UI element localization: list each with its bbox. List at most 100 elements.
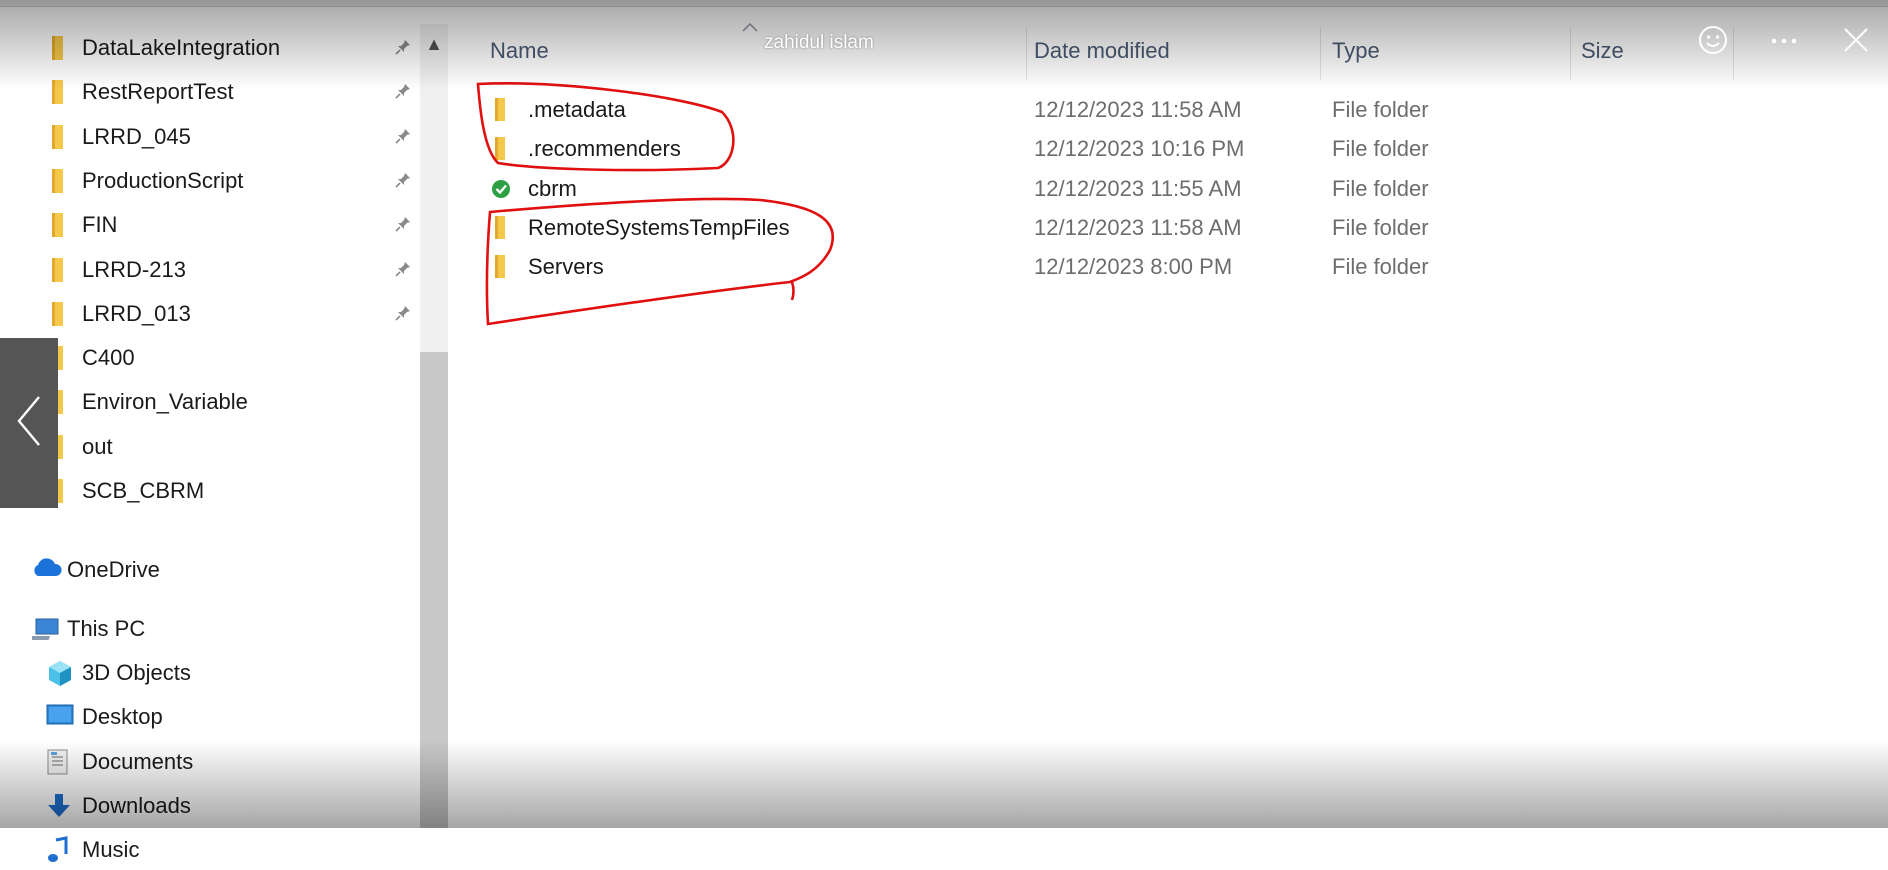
folder-icon xyxy=(52,168,63,193)
desktop-icon xyxy=(46,703,74,727)
sidebar-item-onedrive[interactable]: OneDrive xyxy=(0,550,420,590)
file-type: File folder xyxy=(1332,136,1429,162)
file-type: File folder xyxy=(1332,97,1429,122)
file-date-modified: 12/12/2023 8:00 PM xyxy=(1034,254,1233,280)
sidebar-item-folder[interactable]: ProductionScript xyxy=(0,161,420,201)
column-header-name[interactable]: Name xyxy=(490,38,549,68)
sort-ascending-icon xyxy=(740,20,760,34)
file-row[interactable]: cbrm 12/12/2023 11:55 AM File folder xyxy=(450,169,1770,207)
viewer-user-name: zahidul islam xyxy=(764,32,874,53)
sidebar-item-folder[interactable]: LRRD-213 xyxy=(0,250,420,290)
file-name: cbrm xyxy=(528,175,577,201)
documents-icon xyxy=(46,748,70,776)
sidebar-item-folder[interactable]: SCB_CBRM xyxy=(0,471,420,511)
sidebar-item-label: out xyxy=(82,433,113,459)
address-bar-edge xyxy=(0,0,1888,7)
pin-icon[interactable] xyxy=(393,38,413,58)
sidebar-item-label: FIN xyxy=(82,212,118,238)
sidebar-item-label: LRRD-213 xyxy=(82,256,186,282)
sidebar-item-this-pc[interactable]: This PC xyxy=(0,609,420,649)
column-divider[interactable] xyxy=(1733,28,1734,80)
sidebar-item-folder[interactable]: out xyxy=(0,427,420,467)
folder-icon xyxy=(52,124,63,149)
sidebar-item-label: OneDrive xyxy=(67,557,160,582)
folder-icon xyxy=(492,97,508,129)
sidebar-item-folder[interactable]: LRRD_045 xyxy=(0,117,420,157)
sidebar-item-folder[interactable]: LRRD_013 xyxy=(0,294,420,334)
file-type: File folder xyxy=(1332,214,1429,240)
this-pc-icon xyxy=(32,617,62,643)
column-header-date-modified[interactable]: Date modified xyxy=(1034,38,1170,68)
pin-icon[interactable] xyxy=(393,82,413,102)
sidebar-item-folder[interactable]: DataLakeIntegration xyxy=(0,28,420,68)
file-row[interactable]: .recommenders 12/12/2023 10:16 PM File fol… xyxy=(450,129,1770,167)
sidebar-item-folder[interactable]: Environ_Variable xyxy=(0,382,420,422)
sidebar-item-3d-objects[interactable]: 3D Objects xyxy=(0,653,420,693)
sidebar-item-folder[interactable]: RestReportTest xyxy=(0,72,420,112)
chevron-left-icon xyxy=(14,393,44,454)
sidebar-item-folder[interactable]: C400 xyxy=(0,338,420,378)
smiley-icon xyxy=(1697,24,1729,61)
previous-image-button[interactable] xyxy=(0,338,58,508)
file-row[interactable]: .metadata 12/12/2023 11:58 AM File folder xyxy=(450,90,1770,128)
sidebar-item-label: Desktop xyxy=(82,704,163,730)
folder-icon xyxy=(52,301,63,326)
file-name: RemoteSystemsTempFiles xyxy=(528,214,790,240)
sidebar-item-music[interactable]: Music xyxy=(0,830,420,870)
file-name: .recommenders xyxy=(528,136,681,162)
column-header-type[interactable]: Type xyxy=(1332,38,1380,68)
sidebar-item-downloads[interactable]: Downloads xyxy=(0,786,420,826)
file-row[interactable]: RemoteSystemsTempFiles 12/12/2023 11:58 A… xyxy=(450,208,1770,246)
feedback-button[interactable] xyxy=(1693,22,1733,62)
pin-icon[interactable] xyxy=(393,260,413,280)
column-divider[interactable] xyxy=(1026,28,1027,80)
file-type: File folder xyxy=(1332,254,1429,280)
scroll-up-icon[interactable]: ▲ xyxy=(420,30,448,58)
sidebar-item-documents[interactable]: Documents xyxy=(0,742,420,782)
sidebar-item-label: RestReportTest xyxy=(82,79,234,105)
sidebar-item-label: Documents xyxy=(82,748,194,774)
folder-icon xyxy=(492,254,508,286)
sidebar-item-label: C400 xyxy=(82,345,135,371)
more-icon xyxy=(1769,33,1799,51)
sidebar-item-label: ProductionScript xyxy=(82,167,244,193)
music-icon xyxy=(46,836,72,864)
synced-check-icon xyxy=(490,176,512,204)
navigation-pane: DataLakeIntegration RestReportTest LRRD_04… xyxy=(0,24,420,863)
folder-icon xyxy=(52,80,63,105)
file-name: Servers xyxy=(528,254,604,280)
folder-icon xyxy=(52,213,63,238)
file-date-modified: 12/12/2023 11:58 AM xyxy=(1034,214,1242,240)
3d-objects-icon xyxy=(46,659,74,687)
sidebar-item-label: Environ_Variable xyxy=(82,389,248,415)
column-divider[interactable] xyxy=(1570,28,1571,80)
column-divider[interactable] xyxy=(1320,28,1321,80)
sidebar-item-label: LRRD_045 xyxy=(82,123,191,149)
pin-icon[interactable] xyxy=(393,171,413,191)
folder-icon xyxy=(52,257,63,282)
file-date-modified: 12/12/2023 10:16 PM xyxy=(1034,136,1245,162)
pin-icon[interactable] xyxy=(393,215,413,235)
folder-icon xyxy=(492,215,508,247)
sidebar-item-label: LRRD_013 xyxy=(82,300,191,326)
sidebar-item-desktop[interactable]: Desktop xyxy=(0,697,420,737)
close-icon xyxy=(1841,25,1871,60)
file-type: File folder xyxy=(1332,175,1429,201)
downloads-icon xyxy=(46,792,72,820)
file-date-modified: 12/12/2023 11:58 AM xyxy=(1034,97,1242,122)
more-options-button[interactable] xyxy=(1764,22,1804,62)
sidebar-item-label: Downloads xyxy=(82,792,191,818)
sidebar-item-label: DataLakeIntegration xyxy=(82,35,281,60)
close-viewer-button[interactable] xyxy=(1836,22,1876,62)
file-name: .metadata xyxy=(528,97,626,122)
sidebar-item-label: SCB_CBRM xyxy=(82,478,205,503)
onedrive-icon xyxy=(30,556,62,578)
file-row[interactable]: Servers 12/12/2023 8:00 PM File folder xyxy=(450,247,1770,285)
pin-icon[interactable] xyxy=(393,304,413,324)
column-header-size[interactable]: Size xyxy=(1581,38,1624,68)
folder-icon xyxy=(492,136,508,168)
sidebar-item-label: Music xyxy=(82,837,140,863)
sidebar-scrollbar-thumb[interactable] xyxy=(420,352,448,828)
sidebar-item-folder[interactable]: FIN xyxy=(0,205,420,245)
pin-icon[interactable] xyxy=(393,127,413,147)
